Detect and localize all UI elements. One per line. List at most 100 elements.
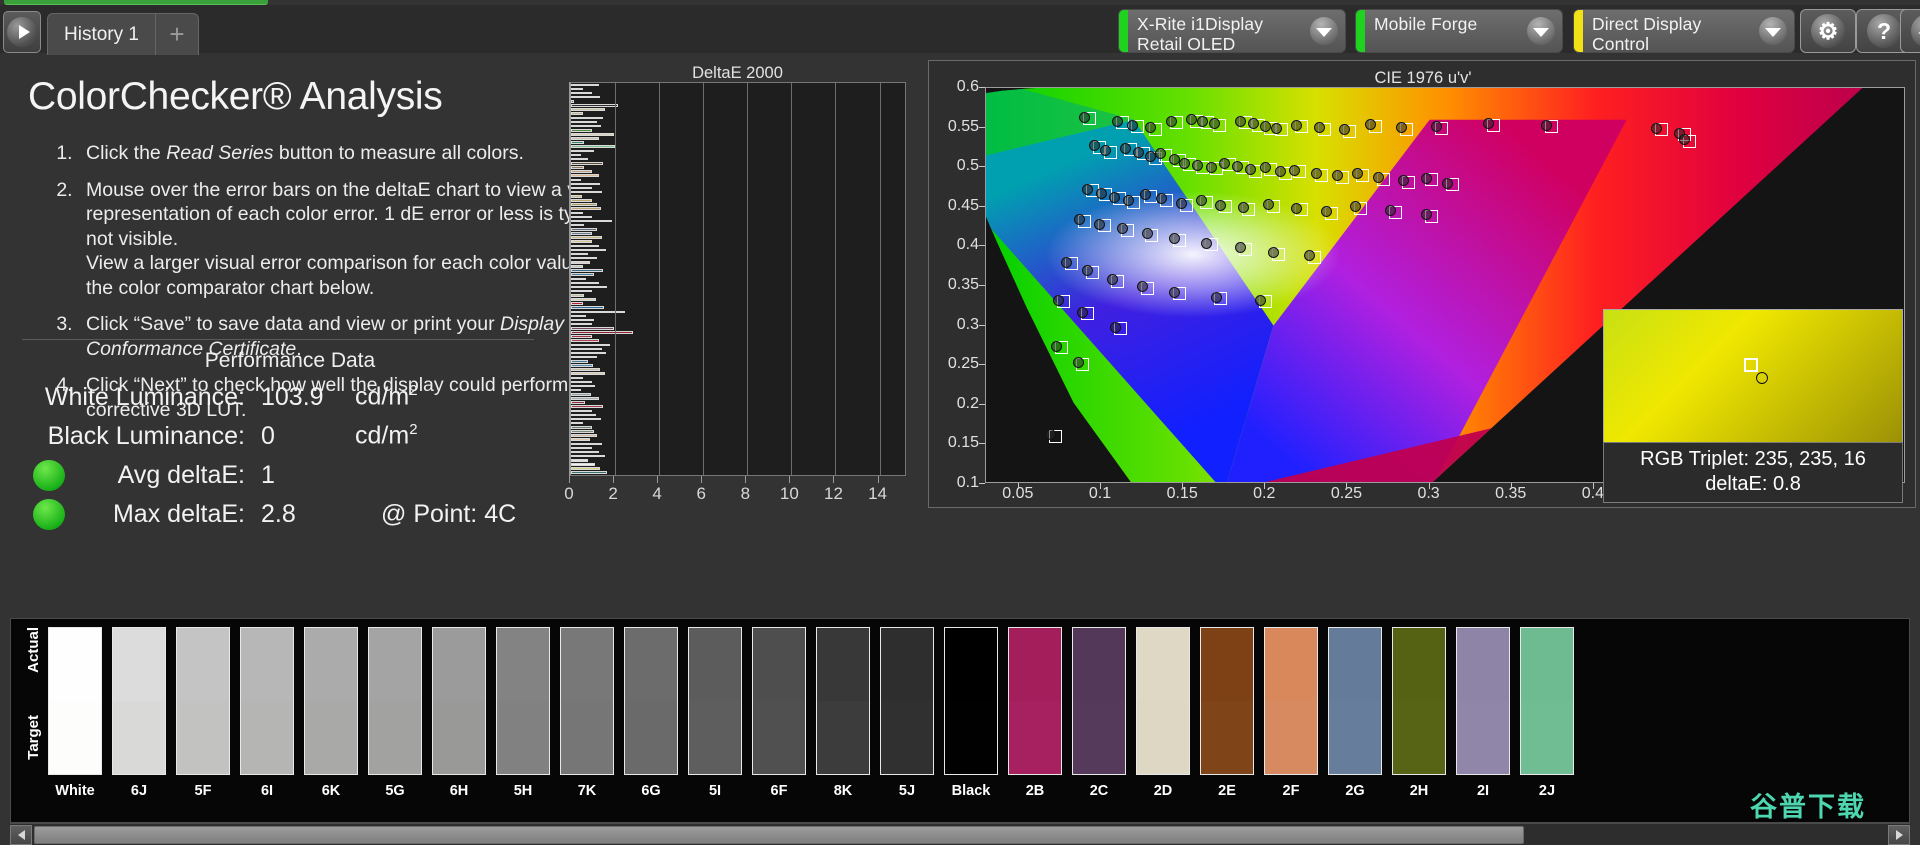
swatch-chip[interactable] bbox=[432, 627, 486, 775]
delta-e-bar[interactable] bbox=[571, 289, 592, 293]
delta-e-bar[interactable] bbox=[571, 170, 592, 173]
back-button[interactable]: ◀ bbox=[1900, 9, 1920, 53]
swatch-cell[interactable]: 6F bbox=[747, 627, 811, 817]
delta-e-bar[interactable] bbox=[571, 128, 592, 132]
delta-e-bar[interactable] bbox=[571, 417, 601, 421]
delta-e-bar[interactable] bbox=[571, 281, 599, 285]
delta-e-bar[interactable] bbox=[571, 347, 602, 351]
swatch-cell[interactable]: 2D bbox=[1131, 627, 1195, 817]
swatch-chip[interactable] bbox=[304, 627, 358, 775]
swatch-cell[interactable]: 2E bbox=[1195, 627, 1259, 817]
delta-e-bar[interactable] bbox=[571, 256, 598, 260]
swatch-chip[interactable] bbox=[496, 627, 550, 775]
delta-e-bar[interactable] bbox=[571, 306, 605, 309]
delta-e-bar[interactable] bbox=[571, 405, 603, 408]
delta-e-bar[interactable] bbox=[571, 190, 602, 194]
delta-e-bar[interactable] bbox=[571, 393, 591, 396]
delta-e-bar[interactable] bbox=[571, 434, 598, 437]
delta-e-bar[interactable] bbox=[571, 322, 592, 326]
delta-e-bar[interactable] bbox=[571, 314, 587, 318]
control-selector-chevron-down-icon[interactable] bbox=[1752, 10, 1794, 52]
delta-e-bar[interactable] bbox=[571, 236, 602, 239]
delta-e-bar[interactable] bbox=[571, 195, 583, 198]
delta-e-bar[interactable] bbox=[571, 446, 592, 450]
delta-e-bar[interactable] bbox=[571, 426, 592, 429]
device-selector-chevron-down-icon[interactable] bbox=[1303, 10, 1345, 52]
delta-e-bar[interactable] bbox=[571, 186, 592, 190]
delta-e-chart[interactable]: DeltaE 2000 0 2 4 6 8 10 12 14 bbox=[560, 60, 915, 505]
cie-chart[interactable]: CIE 1976 u'v' 0.1 0.15 0.2 0.25 0.3 0.35 0.4 0.… bbox=[928, 60, 1916, 508]
delta-e-bar[interactable] bbox=[571, 380, 592, 384]
delta-e-bar[interactable] bbox=[571, 294, 585, 297]
workflow-selector-chevron-down-icon[interactable] bbox=[1520, 10, 1562, 52]
settings-button[interactable]: ⚙ bbox=[1800, 9, 1856, 53]
swatch-chip[interactable] bbox=[816, 627, 870, 775]
scroll-right-arrow-icon[interactable] bbox=[1888, 825, 1910, 845]
delta-e-bar[interactable] bbox=[571, 459, 588, 462]
delta-e-bar[interactable] bbox=[571, 273, 595, 276]
delta-e-bar[interactable] bbox=[571, 438, 590, 441]
delta-e-bar[interactable] bbox=[571, 318, 595, 322]
swatch-chip[interactable] bbox=[1520, 627, 1574, 775]
delta-e-bar[interactable] bbox=[571, 223, 585, 227]
swatch-cell[interactable]: 7K bbox=[555, 627, 619, 817]
scrollbar-thumb[interactable] bbox=[34, 826, 1524, 844]
delta-e-bar[interactable] bbox=[571, 261, 590, 264]
swatch-cell[interactable]: 5F bbox=[171, 627, 235, 817]
delta-e-bar[interactable] bbox=[571, 95, 600, 99]
delta-e-bar[interactable] bbox=[571, 178, 581, 182]
delta-e-bar[interactable] bbox=[571, 104, 619, 107]
delta-e-bar[interactable] bbox=[571, 232, 592, 235]
delta-e-bar[interactable] bbox=[571, 162, 603, 165]
swatch-chip[interactable] bbox=[624, 627, 678, 775]
swatch-cell[interactable]: 2I bbox=[1451, 627, 1515, 817]
delta-e-bar[interactable] bbox=[571, 450, 599, 454]
swatch-chip[interactable] bbox=[1328, 627, 1382, 775]
delta-e-bar[interactable] bbox=[571, 203, 598, 206]
delta-e-bar[interactable] bbox=[571, 207, 601, 210]
swatch-cell[interactable]: 5J bbox=[875, 627, 939, 817]
color-comparator[interactable]: Actual Target White 6J 5F 6I 6K 5G 6H 5H 7K 6G 5I 6… bbox=[10, 618, 1910, 823]
delta-e-bar[interactable] bbox=[571, 112, 584, 115]
swatch-chip[interactable] bbox=[880, 627, 934, 775]
swatch-cell[interactable]: White bbox=[43, 627, 107, 817]
swatch-chip[interactable] bbox=[1456, 627, 1510, 775]
delta-e-bar[interactable] bbox=[571, 298, 597, 301]
delta-e-bar[interactable] bbox=[571, 463, 596, 466]
swatch-chip[interactable] bbox=[48, 627, 102, 775]
swatch-chip[interactable] bbox=[176, 627, 230, 775]
delta-e-bar[interactable] bbox=[571, 120, 598, 124]
workflow-selector[interactable]: Mobile Forge bbox=[1355, 9, 1563, 53]
swatch-chip[interactable] bbox=[368, 627, 422, 775]
swatch-chip[interactable] bbox=[688, 627, 742, 775]
swatch-chip[interactable] bbox=[112, 627, 166, 775]
delta-e-bar[interactable] bbox=[571, 430, 595, 433]
delta-e-bar[interactable] bbox=[571, 182, 600, 186]
delta-e-bar[interactable] bbox=[571, 252, 588, 256]
control-selector[interactable]: Direct Display Control bbox=[1573, 9, 1795, 53]
delta-e-bar[interactable] bbox=[571, 331, 633, 334]
swatch-chip[interactable] bbox=[1136, 627, 1190, 775]
delta-e-bar[interactable] bbox=[571, 368, 600, 371]
delta-e-bar[interactable] bbox=[571, 166, 585, 169]
delta-e-bar[interactable] bbox=[571, 397, 599, 400]
swatch-chip[interactable] bbox=[1392, 627, 1446, 775]
swatch-chip[interactable] bbox=[944, 627, 998, 775]
swatch-cell[interactable]: 6G bbox=[619, 627, 683, 817]
swatch-cell[interactable]: 8K bbox=[811, 627, 875, 817]
swatch-chip[interactable] bbox=[752, 627, 806, 775]
delta-e-bar[interactable] bbox=[571, 141, 585, 144]
delta-e-bar[interactable] bbox=[571, 87, 584, 91]
delta-e-bar[interactable] bbox=[571, 409, 592, 413]
add-tab-button[interactable]: + bbox=[156, 14, 198, 55]
delta-e-bar[interactable] bbox=[571, 355, 598, 359]
delta-e-bar[interactable] bbox=[571, 372, 606, 375]
delta-e-bar[interactable] bbox=[571, 454, 606, 458]
delta-e-bar[interactable] bbox=[571, 364, 594, 367]
delta-e-bar[interactable] bbox=[571, 467, 600, 470]
swatch-cell[interactable]: 2G bbox=[1323, 627, 1387, 817]
delta-e-bar[interactable] bbox=[571, 384, 596, 388]
delta-e-bar[interactable] bbox=[571, 248, 607, 252]
swatch-cell[interactable]: 2C bbox=[1067, 627, 1131, 817]
delta-e-bar[interactable] bbox=[571, 388, 581, 392]
